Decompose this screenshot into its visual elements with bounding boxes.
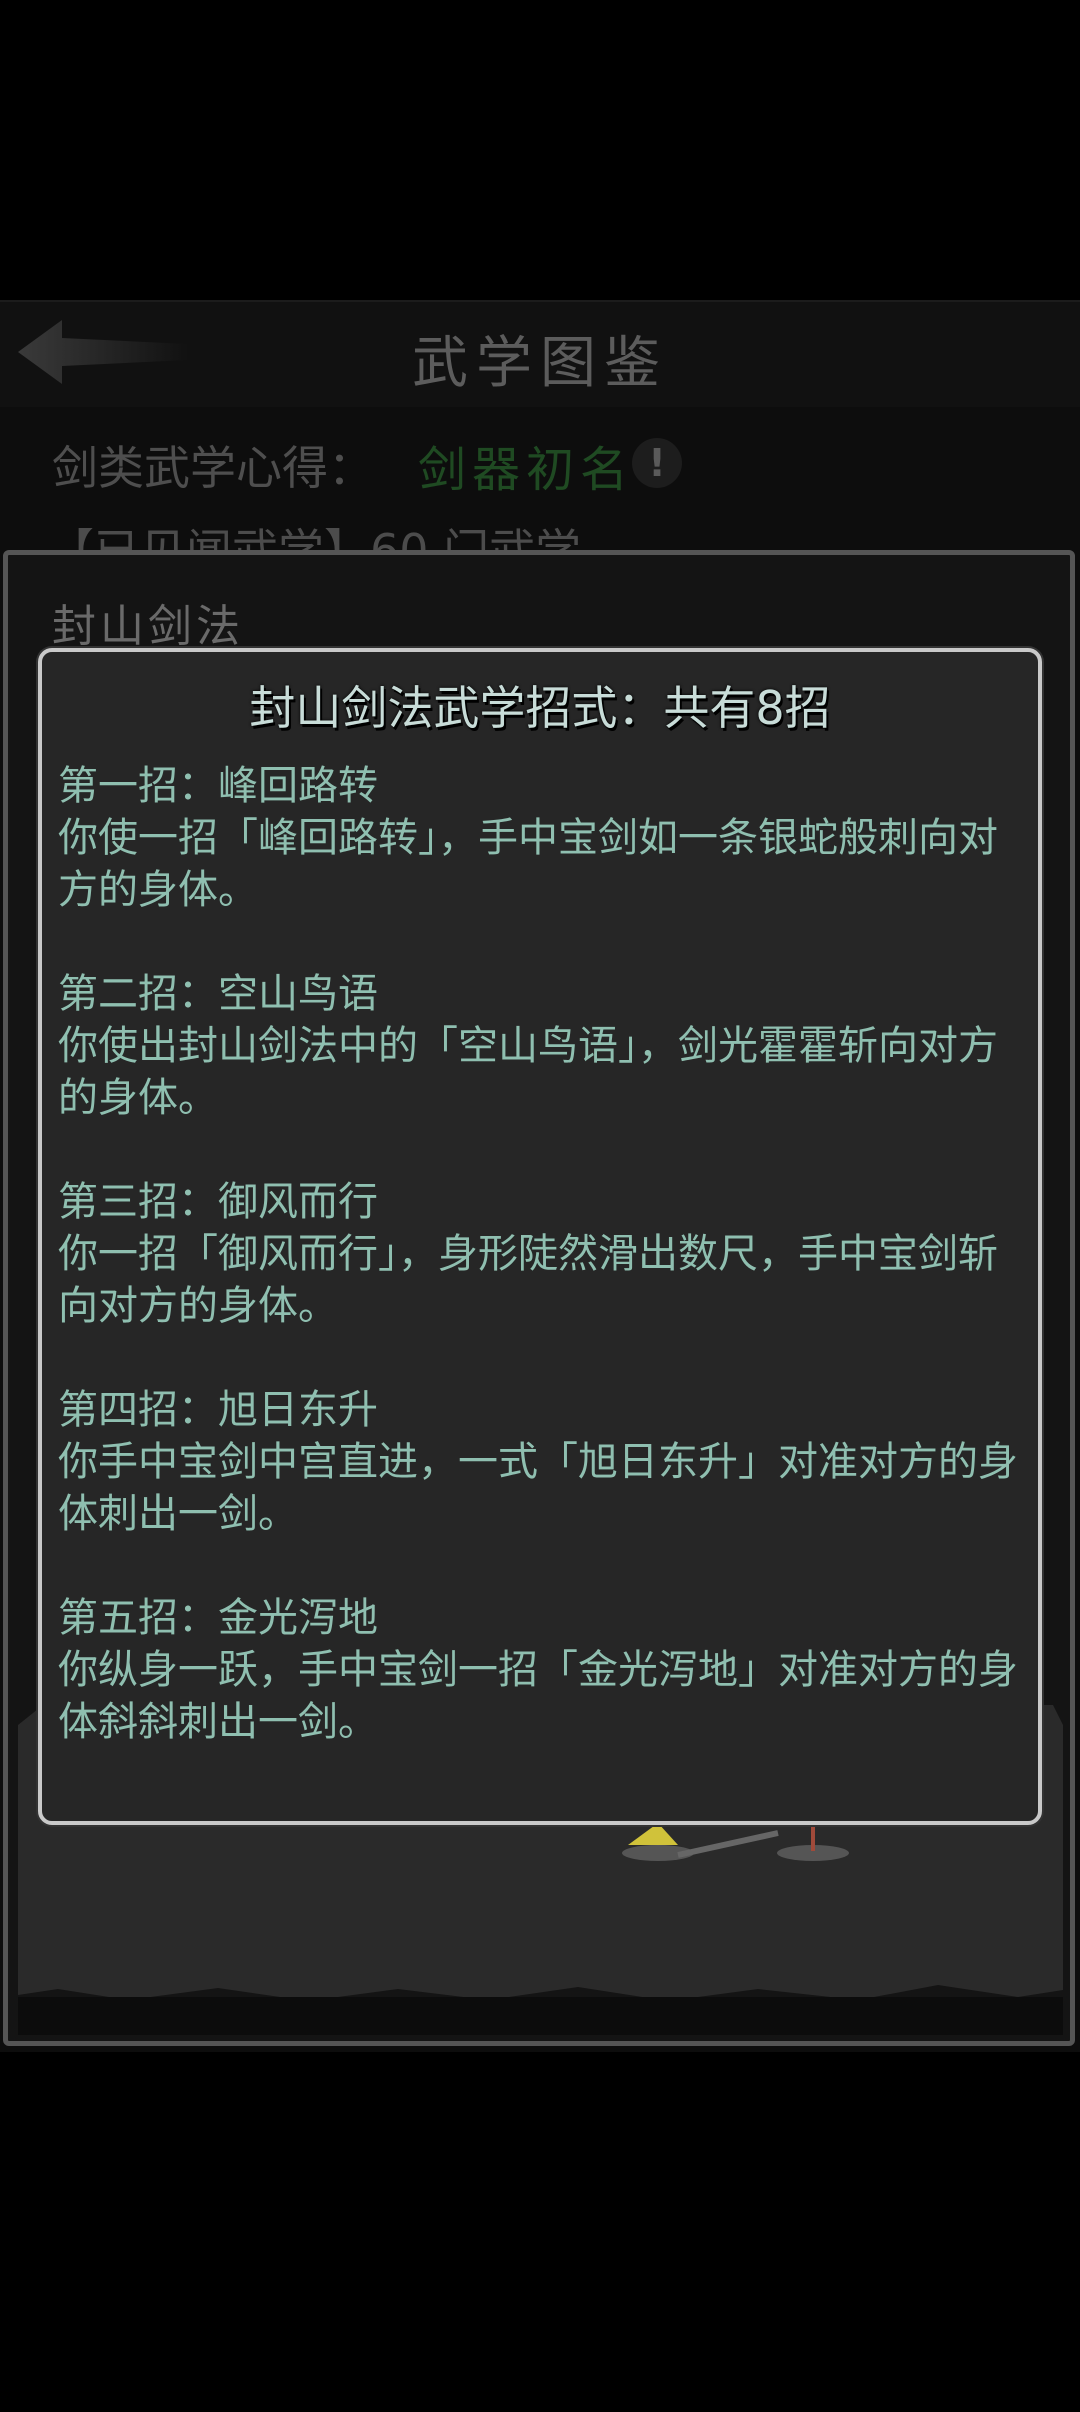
move-item: 第四招：旭日东升 你手中宝剑中宫直进，一式「旭日东升」对准对方的身体刺出一剑。 bbox=[58, 1384, 1018, 1540]
move-name: 第五招：金光泻地 bbox=[58, 1595, 378, 1641]
move-name: 第一招：峰回路转 bbox=[58, 763, 378, 809]
move-description: 你使一招「峰回路转」，手中宝剑如一条银蛇般刺向对方的身体。 bbox=[58, 815, 998, 913]
insight-label: 剑类武学心得： bbox=[52, 441, 374, 495]
move-description: 你使出封山剑法中的「空山鸟语」，剑光霍霍斩向对方的身体。 bbox=[58, 1023, 998, 1121]
move-description: 你纵身一跃，手中宝剑一招「金光泻地」对准对方的身体斜斜刺出一剑。 bbox=[58, 1647, 1018, 1745]
move-description: 你一招「御风而行」，身形陡然滑出数尺，手中宝剑斩向对方的身体。 bbox=[58, 1231, 998, 1329]
seen-martial-arts: 【已见闻武学】60 门武学 bbox=[48, 524, 582, 553]
move-item: 第三招：御风而行 你一招「御风而行」，身形陡然滑出数尺，手中宝剑斩向对方的身体。 bbox=[58, 1176, 1018, 1332]
insight-value: 剑器初名 bbox=[418, 442, 635, 498]
move-item: 第五招：金光泻地 你纵身一跃，手中宝剑一招「金光泻地」对准对方的身体斜斜刺出一剑… bbox=[58, 1592, 1018, 1748]
move-name: 第四招：旭日东升 bbox=[58, 1387, 378, 1433]
screen: 武学图鉴 剑类武学心得： 剑器初名 ! 【已见闻武学】60 门武学 封山剑法 封… bbox=[0, 0, 1080, 2412]
moves-list: 第一招：峰回路转 你使一招「峰回路转」，手中宝剑如一条银蛇般刺向对方的身体。 第… bbox=[58, 760, 1018, 1800]
move-item: 第二招：空山鸟语 你使出封山剑法中的「空山鸟语」，剑光霍霍斩向对方的身体。 bbox=[58, 968, 1018, 1124]
skill-name: 封山剑法 bbox=[52, 601, 244, 652]
dialog-title: 封山剑法武学招式：共有8招 bbox=[249, 681, 831, 735]
page-title: 武学图鉴 bbox=[412, 331, 668, 396]
move-name: 第三招：御风而行 bbox=[58, 1179, 378, 1225]
move-name: 第二招：空山鸟语 bbox=[58, 971, 378, 1017]
move-description: 你手中宝剑中宫直进，一式「旭日东升」对准对方的身体刺出一剑。 bbox=[58, 1439, 1018, 1537]
info-badge[interactable]: ! bbox=[632, 438, 682, 488]
move-item: 第一招：峰回路转 你使一招「峰回路转」，手中宝剑如一条银蛇般刺向对方的身体。 bbox=[58, 760, 1018, 916]
